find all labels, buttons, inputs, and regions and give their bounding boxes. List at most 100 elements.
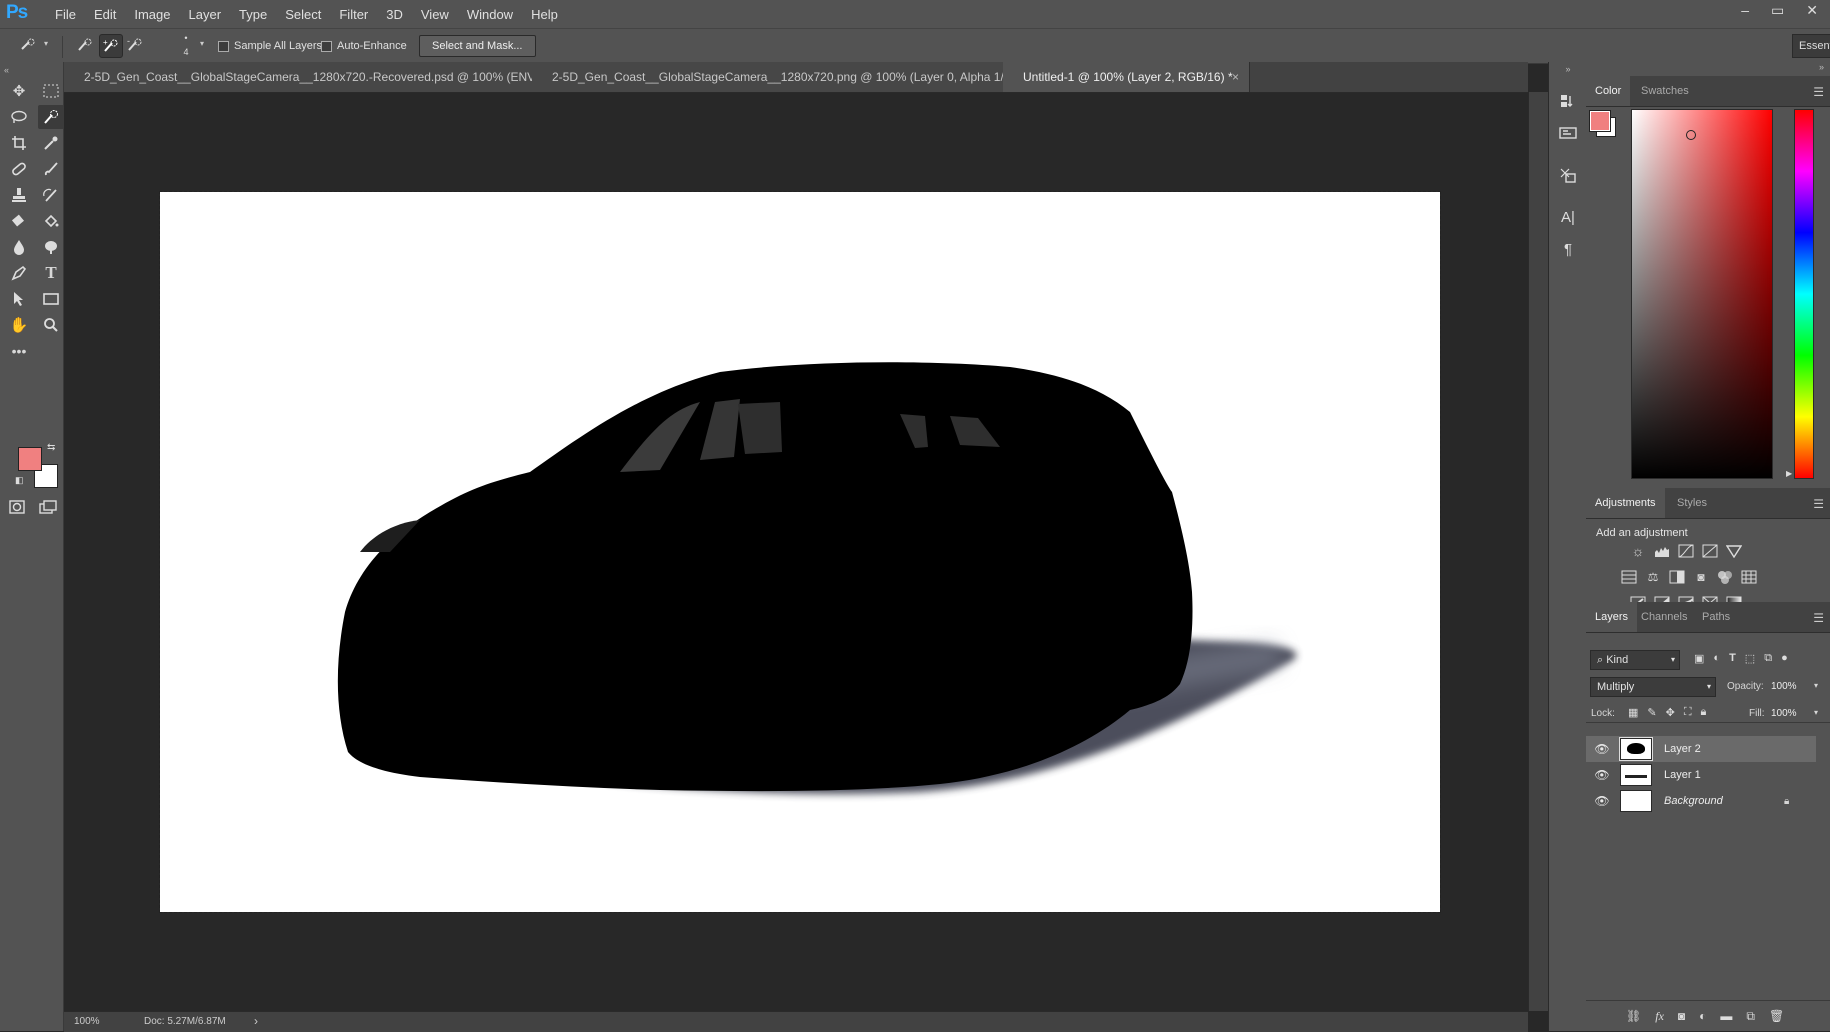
brightness-contrast-icon[interactable]: ☼ bbox=[1629, 543, 1647, 559]
zoom-tool[interactable] bbox=[38, 313, 64, 337]
history-panel-icon[interactable] bbox=[1555, 88, 1581, 114]
menu-image[interactable]: Image bbox=[125, 7, 179, 22]
new-group-icon[interactable]: ▬ bbox=[1720, 1009, 1732, 1023]
collapse-arrows-icon[interactable]: « bbox=[4, 65, 9, 75]
filter-smart-object-icon[interactable]: ⧉ bbox=[1764, 652, 1772, 665]
menu-type[interactable]: Type bbox=[230, 7, 276, 22]
filter-toggle-icon[interactable]: ● bbox=[1781, 652, 1788, 665]
paint-bucket-tool[interactable] bbox=[38, 209, 64, 233]
more-tools[interactable]: ••• bbox=[6, 339, 32, 363]
fill-value[interactable]: 100% bbox=[1771, 708, 1797, 719]
panel-menu-icon[interactable]: ☰ bbox=[1813, 497, 1824, 511]
new-selection-button[interactable] bbox=[74, 34, 96, 56]
sample-all-layers-checkbox[interactable]: Sample All Layers bbox=[218, 40, 322, 52]
doc-tab-untitled-1[interactable]: Untitled-1 @ 100% (Layer 2, RGB/16) * × bbox=[1003, 62, 1250, 92]
levels-icon[interactable] bbox=[1653, 543, 1671, 559]
hue-saturation-icon[interactable] bbox=[1620, 569, 1638, 585]
hue-slider[interactable] bbox=[1794, 109, 1814, 479]
default-colors-icon[interactable]: ◧ bbox=[15, 475, 24, 486]
opacity-value[interactable]: 100% bbox=[1771, 681, 1797, 692]
workspace-switcher[interactable]: Essentials bbox=[1792, 34, 1830, 58]
link-layers-icon[interactable]: ⛓ bbox=[1626, 1009, 1641, 1023]
eyedropper-tool[interactable] bbox=[38, 131, 64, 155]
doc-tab-png[interactable]: 2-5D_Gen_Coast__GlobalStageCamera__1280x… bbox=[532, 62, 1023, 92]
visibility-eye-icon[interactable]: 👁︎ bbox=[1592, 742, 1612, 756]
color-lookup-icon[interactable] bbox=[1740, 569, 1758, 585]
subtract-from-selection-button[interactable]: - bbox=[124, 34, 146, 56]
expand-arrows-icon[interactable]: » bbox=[1549, 62, 1587, 82]
clone-source-panel-icon[interactable] bbox=[1555, 162, 1581, 188]
filter-pixel-icon[interactable]: ▣ bbox=[1694, 652, 1704, 665]
lock-all-icon[interactable]: 🔒︎ bbox=[1701, 706, 1707, 719]
color-spectrum-field[interactable] bbox=[1631, 109, 1773, 479]
vertical-scrollbar[interactable] bbox=[1528, 92, 1549, 1011]
document-canvas[interactable] bbox=[159, 191, 1441, 913]
tab-paths[interactable]: Paths bbox=[1693, 602, 1739, 632]
quick-selection-tool[interactable] bbox=[38, 105, 64, 129]
path-selection-tool[interactable] bbox=[6, 287, 32, 311]
healing-brush-tool[interactable] bbox=[6, 157, 32, 181]
maximize-icon[interactable]: ▭ bbox=[1771, 2, 1784, 19]
photo-filter-icon[interactable]: ◙ bbox=[1692, 569, 1710, 585]
minimize-icon[interactable]: – bbox=[1741, 2, 1749, 19]
blend-mode-select[interactable]: Multiply ▾ bbox=[1590, 677, 1716, 697]
add-mask-icon[interactable]: ◙ bbox=[1678, 1009, 1685, 1023]
layer-name[interactable]: Layer 1 bbox=[1664, 769, 1701, 781]
brush-size-picker[interactable]: • 4 bbox=[176, 31, 196, 59]
menu-edit[interactable]: Edit bbox=[85, 7, 125, 22]
color-balance-icon[interactable]: ⚖ bbox=[1644, 569, 1662, 585]
vibrance-icon[interactable] bbox=[1725, 543, 1743, 559]
new-layer-icon[interactable]: ⧉ bbox=[1746, 1009, 1755, 1024]
lock-position-icon[interactable]: ✥ bbox=[1666, 706, 1675, 719]
menu-help[interactable]: Help bbox=[522, 7, 567, 22]
lasso-tool[interactable] bbox=[6, 105, 32, 129]
fill-chevron-icon[interactable]: ▾ bbox=[1814, 708, 1818, 717]
delete-layer-icon[interactable]: 🗑︎ bbox=[1769, 1009, 1784, 1023]
zoom-level[interactable]: 100% bbox=[74, 1016, 100, 1027]
layer-name[interactable]: Background bbox=[1664, 795, 1723, 807]
tab-color[interactable]: Color bbox=[1586, 76, 1631, 106]
auto-enhance-checkbox[interactable]: Auto-Enhance bbox=[321, 40, 407, 52]
crop-tool[interactable] bbox=[6, 131, 32, 155]
menu-3d[interactable]: 3D bbox=[377, 7, 412, 22]
layer-row-layer-2[interactable]: 👁︎ Layer 2 bbox=[1586, 736, 1816, 762]
filter-adjustment-icon[interactable]: ◐ bbox=[1713, 652, 1720, 665]
add-to-selection-button[interactable]: + bbox=[99, 34, 123, 58]
filter-shape-icon[interactable]: ⬚ bbox=[1745, 652, 1755, 665]
pen-tool[interactable] bbox=[6, 261, 32, 285]
character-panel-icon[interactable]: A| bbox=[1555, 204, 1581, 230]
tab-layers[interactable]: Layers bbox=[1586, 602, 1638, 632]
panel-menu-icon[interactable]: ☰ bbox=[1813, 85, 1824, 99]
panel-collapse-icon[interactable]: » bbox=[1586, 62, 1830, 76]
doc-tab-recovered-psd[interactable]: 2-5D_Gen_Coast__GlobalStageCamera__1280x… bbox=[64, 62, 552, 92]
properties-panel-icon[interactable] bbox=[1555, 120, 1581, 146]
status-menu-arrow[interactable]: › bbox=[254, 1014, 258, 1028]
color-panel-foreground-swatch[interactable] bbox=[1589, 110, 1611, 132]
paragraph-panel-icon[interactable]: ¶ bbox=[1555, 236, 1581, 262]
marquee-tool[interactable] bbox=[38, 79, 64, 103]
panel-menu-icon[interactable]: ☰ bbox=[1813, 611, 1824, 625]
menu-layer[interactable]: Layer bbox=[180, 7, 231, 22]
eraser-tool[interactable] bbox=[6, 209, 32, 233]
swap-colors-icon[interactable]: ⇆ bbox=[47, 442, 55, 453]
channel-mixer-icon[interactable] bbox=[1716, 569, 1734, 585]
black-white-icon[interactable] bbox=[1668, 569, 1686, 585]
layer-row-background[interactable]: 👁︎ Background 🔒︎ bbox=[1586, 788, 1816, 814]
tool-preset-picker[interactable] bbox=[18, 34, 40, 56]
layer-row-layer-1[interactable]: 👁︎ Layer 1 bbox=[1586, 762, 1816, 788]
visibility-eye-icon[interactable]: 👁︎ bbox=[1592, 768, 1612, 782]
menu-select[interactable]: Select bbox=[276, 7, 330, 22]
layer-filter-kind-select[interactable]: ⌕ Kind ▾ bbox=[1590, 650, 1680, 670]
close-tab-icon[interactable]: × bbox=[1232, 62, 1239, 92]
rectangle-tool[interactable] bbox=[38, 287, 64, 311]
foreground-color-swatch[interactable] bbox=[18, 447, 42, 471]
quick-mask-icon[interactable] bbox=[9, 500, 25, 514]
lock-artboard-icon[interactable]: ⛶ bbox=[1684, 706, 1692, 719]
hue-slider-pointer-icon[interactable]: ▶ bbox=[1786, 469, 1792, 478]
filter-type-icon[interactable]: T bbox=[1729, 652, 1736, 665]
select-and-mask-button[interactable]: Select and Mask... bbox=[419, 35, 536, 57]
close-icon[interactable]: ✕ bbox=[1806, 2, 1818, 19]
history-brush-tool[interactable] bbox=[38, 183, 64, 207]
dodge-tool[interactable] bbox=[38, 235, 64, 259]
visibility-eye-icon[interactable]: 👁︎ bbox=[1592, 794, 1612, 808]
